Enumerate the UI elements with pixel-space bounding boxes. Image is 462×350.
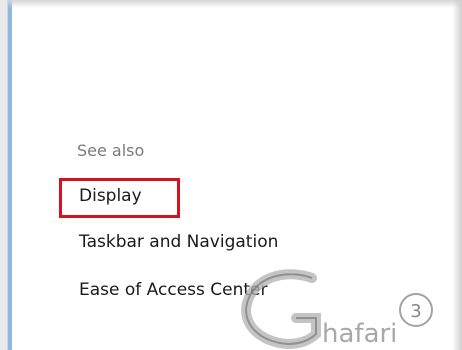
right-shadow	[452, 0, 462, 350]
see-also-window: See also Display Taskbar and Navigation …	[0, 0, 462, 350]
display-highlight-box	[59, 178, 180, 218]
see-also-heading: See also	[77, 141, 145, 160]
ease-of-access-center-link[interactable]: Ease of Access Center	[79, 280, 268, 300]
top-shadow	[8, 0, 462, 8]
taskbar-and-navigation-link[interactable]: Taskbar and Navigation	[79, 232, 278, 252]
